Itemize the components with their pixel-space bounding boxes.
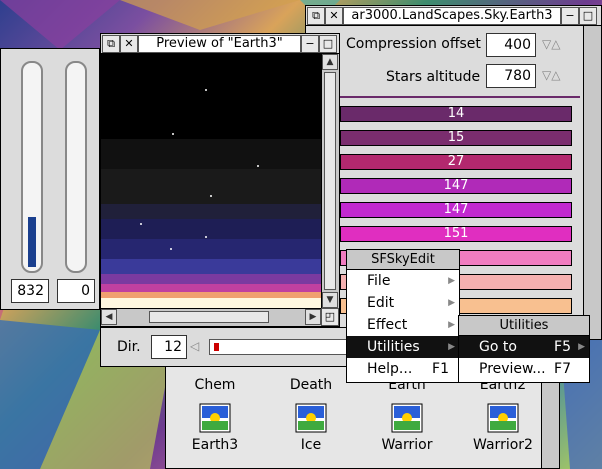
file-label[interactable]: Earth3: [170, 437, 260, 453]
window-title[interactable]: ar3000.LandScapes.Sky.Earth3: [343, 7, 561, 25]
color-bar[interactable]: 27: [340, 154, 572, 170]
sky-file-icon[interactable]: [295, 403, 327, 433]
meter-panel: 832 0: [0, 48, 100, 310]
menu-item-goto[interactable]: Go to F5 ▶: [459, 336, 589, 358]
menu-item-label: Edit: [367, 295, 395, 311]
menu-shortcut: F1: [432, 361, 449, 377]
divider: [340, 96, 580, 98]
sky-file-icon[interactable]: [487, 403, 519, 433]
menu-item-label: File: [367, 273, 391, 289]
scroll-up-icon[interactable]: ▲: [322, 54, 338, 70]
compression-stepper[interactable]: ▽△: [542, 37, 560, 51]
toggle-size-icon[interactable]: □: [579, 7, 597, 25]
title-bar[interactable]: ⧉ ✕ ar3000.LandScapes.Sky.Earth3 − □: [306, 6, 601, 26]
color-bar[interactable]: 14: [340, 106, 572, 122]
toggle-size-icon[interactable]: □: [319, 35, 337, 53]
submenu-arrow-icon: ▶: [448, 320, 455, 330]
menu-shortcut: F7: [554, 361, 571, 377]
preview-title-bar[interactable]: ⧉ ✕ Preview of "Earth3" − □: [101, 34, 339, 54]
direction-field[interactable]: 12: [151, 335, 187, 359]
meter-right-value: 0: [57, 279, 95, 303]
stars-label: Stars altitude: [386, 69, 481, 85]
color-bar[interactable]: 147: [340, 178, 572, 194]
resize-icon[interactable]: ◰: [321, 308, 339, 326]
menu-item-utilities[interactable]: Utilities ▶: [347, 336, 459, 358]
meter-left-fill: [28, 217, 36, 267]
hscroll-thumb[interactable]: [149, 311, 269, 323]
file-label[interactable]: Warrior2: [458, 437, 548, 453]
utilities-submenu: Utilities Go to F5 ▶ Preview... F7: [458, 315, 590, 383]
direction-panel: Dir. 12 ◁: [100, 327, 350, 367]
scroll-left-icon[interactable]: ◀: [101, 309, 117, 325]
submenu-title: Utilities: [459, 316, 589, 336]
file-label[interactable]: Chem: [170, 377, 260, 393]
meter-left-value: 832: [11, 279, 49, 303]
color-bar[interactable]: 151: [340, 226, 572, 242]
file-label[interactable]: Warrior: [362, 437, 452, 453]
menu-title: SFSkyEdit: [347, 250, 459, 270]
preview-title[interactable]: Preview of "Earth3": [138, 35, 301, 53]
menu-item-label: Utilities: [367, 339, 420, 355]
meter-left: [21, 61, 43, 273]
close-icon[interactable]: ✕: [325, 7, 343, 25]
preview-vscroll[interactable]: ▲ ▼: [321, 54, 339, 308]
menu-item-label: Help...: [367, 361, 413, 377]
submenu-arrow-icon: ▶: [448, 298, 455, 308]
compression-field[interactable]: 400: [486, 33, 536, 57]
preview-hscroll[interactable]: ◀ ▶: [101, 308, 321, 326]
close-icon[interactable]: ✕: [120, 35, 138, 53]
scroll-right-icon[interactable]: ▶: [305, 309, 321, 325]
vertical-scrollbar[interactable]: [583, 26, 601, 339]
menu-item-help[interactable]: Help... F1: [347, 358, 459, 380]
file-label[interactable]: Death: [266, 377, 356, 393]
direction-left-arrow-icon[interactable]: ◁: [190, 339, 199, 353]
menu-shortcut: F5: [554, 339, 571, 355]
direction-slider[interactable]: [209, 339, 349, 355]
slider-marker[interactable]: [214, 343, 219, 351]
iconise-icon[interactable]: −: [301, 35, 319, 53]
stars-stepper[interactable]: ▽△: [542, 68, 560, 82]
submenu-arrow-icon: ▶: [448, 276, 455, 286]
menu-item-preview[interactable]: Preview... F7: [459, 358, 589, 380]
stars-field[interactable]: 780: [486, 64, 536, 88]
scroll-thumb[interactable]: [324, 72, 336, 290]
color-bar[interactable]: 147: [340, 202, 572, 218]
iconise-icon[interactable]: −: [561, 7, 579, 25]
meter-right: [65, 61, 87, 273]
menu-item-label: Preview...: [479, 361, 546, 377]
menu-item-label: Go to: [479, 339, 517, 355]
iconbar-menu: SFSkyEdit File ▶ Edit ▶ Effect ▶ Utilities ▶…: [346, 249, 460, 383]
compression-label: Compression offset: [346, 36, 481, 52]
preview-window: ⧉ ✕ Preview of "Earth3" − □ ▲ ▼ ◀ ▶ ◰: [100, 33, 340, 327]
menu-item-effect[interactable]: Effect ▶: [347, 314, 459, 336]
direction-label: Dir.: [117, 339, 141, 355]
menu-item-file[interactable]: File ▶: [347, 270, 459, 292]
sky-file-icon[interactable]: [199, 403, 231, 433]
file-label[interactable]: Ice: [266, 437, 356, 453]
submenu-arrow-icon: ▶: [448, 342, 455, 352]
color-bar[interactable]: 15: [340, 130, 572, 146]
back-icon[interactable]: ⧉: [102, 35, 120, 53]
sky-file-icon[interactable]: [391, 403, 423, 433]
menu-item-label: Effect: [367, 317, 408, 333]
menu-item-edit[interactable]: Edit ▶: [347, 292, 459, 314]
submenu-arrow-icon: ▶: [578, 342, 585, 352]
back-icon[interactable]: ⧉: [307, 7, 325, 25]
scroll-down-icon[interactable]: ▼: [322, 292, 338, 308]
sky-preview-image: [101, 54, 321, 308]
